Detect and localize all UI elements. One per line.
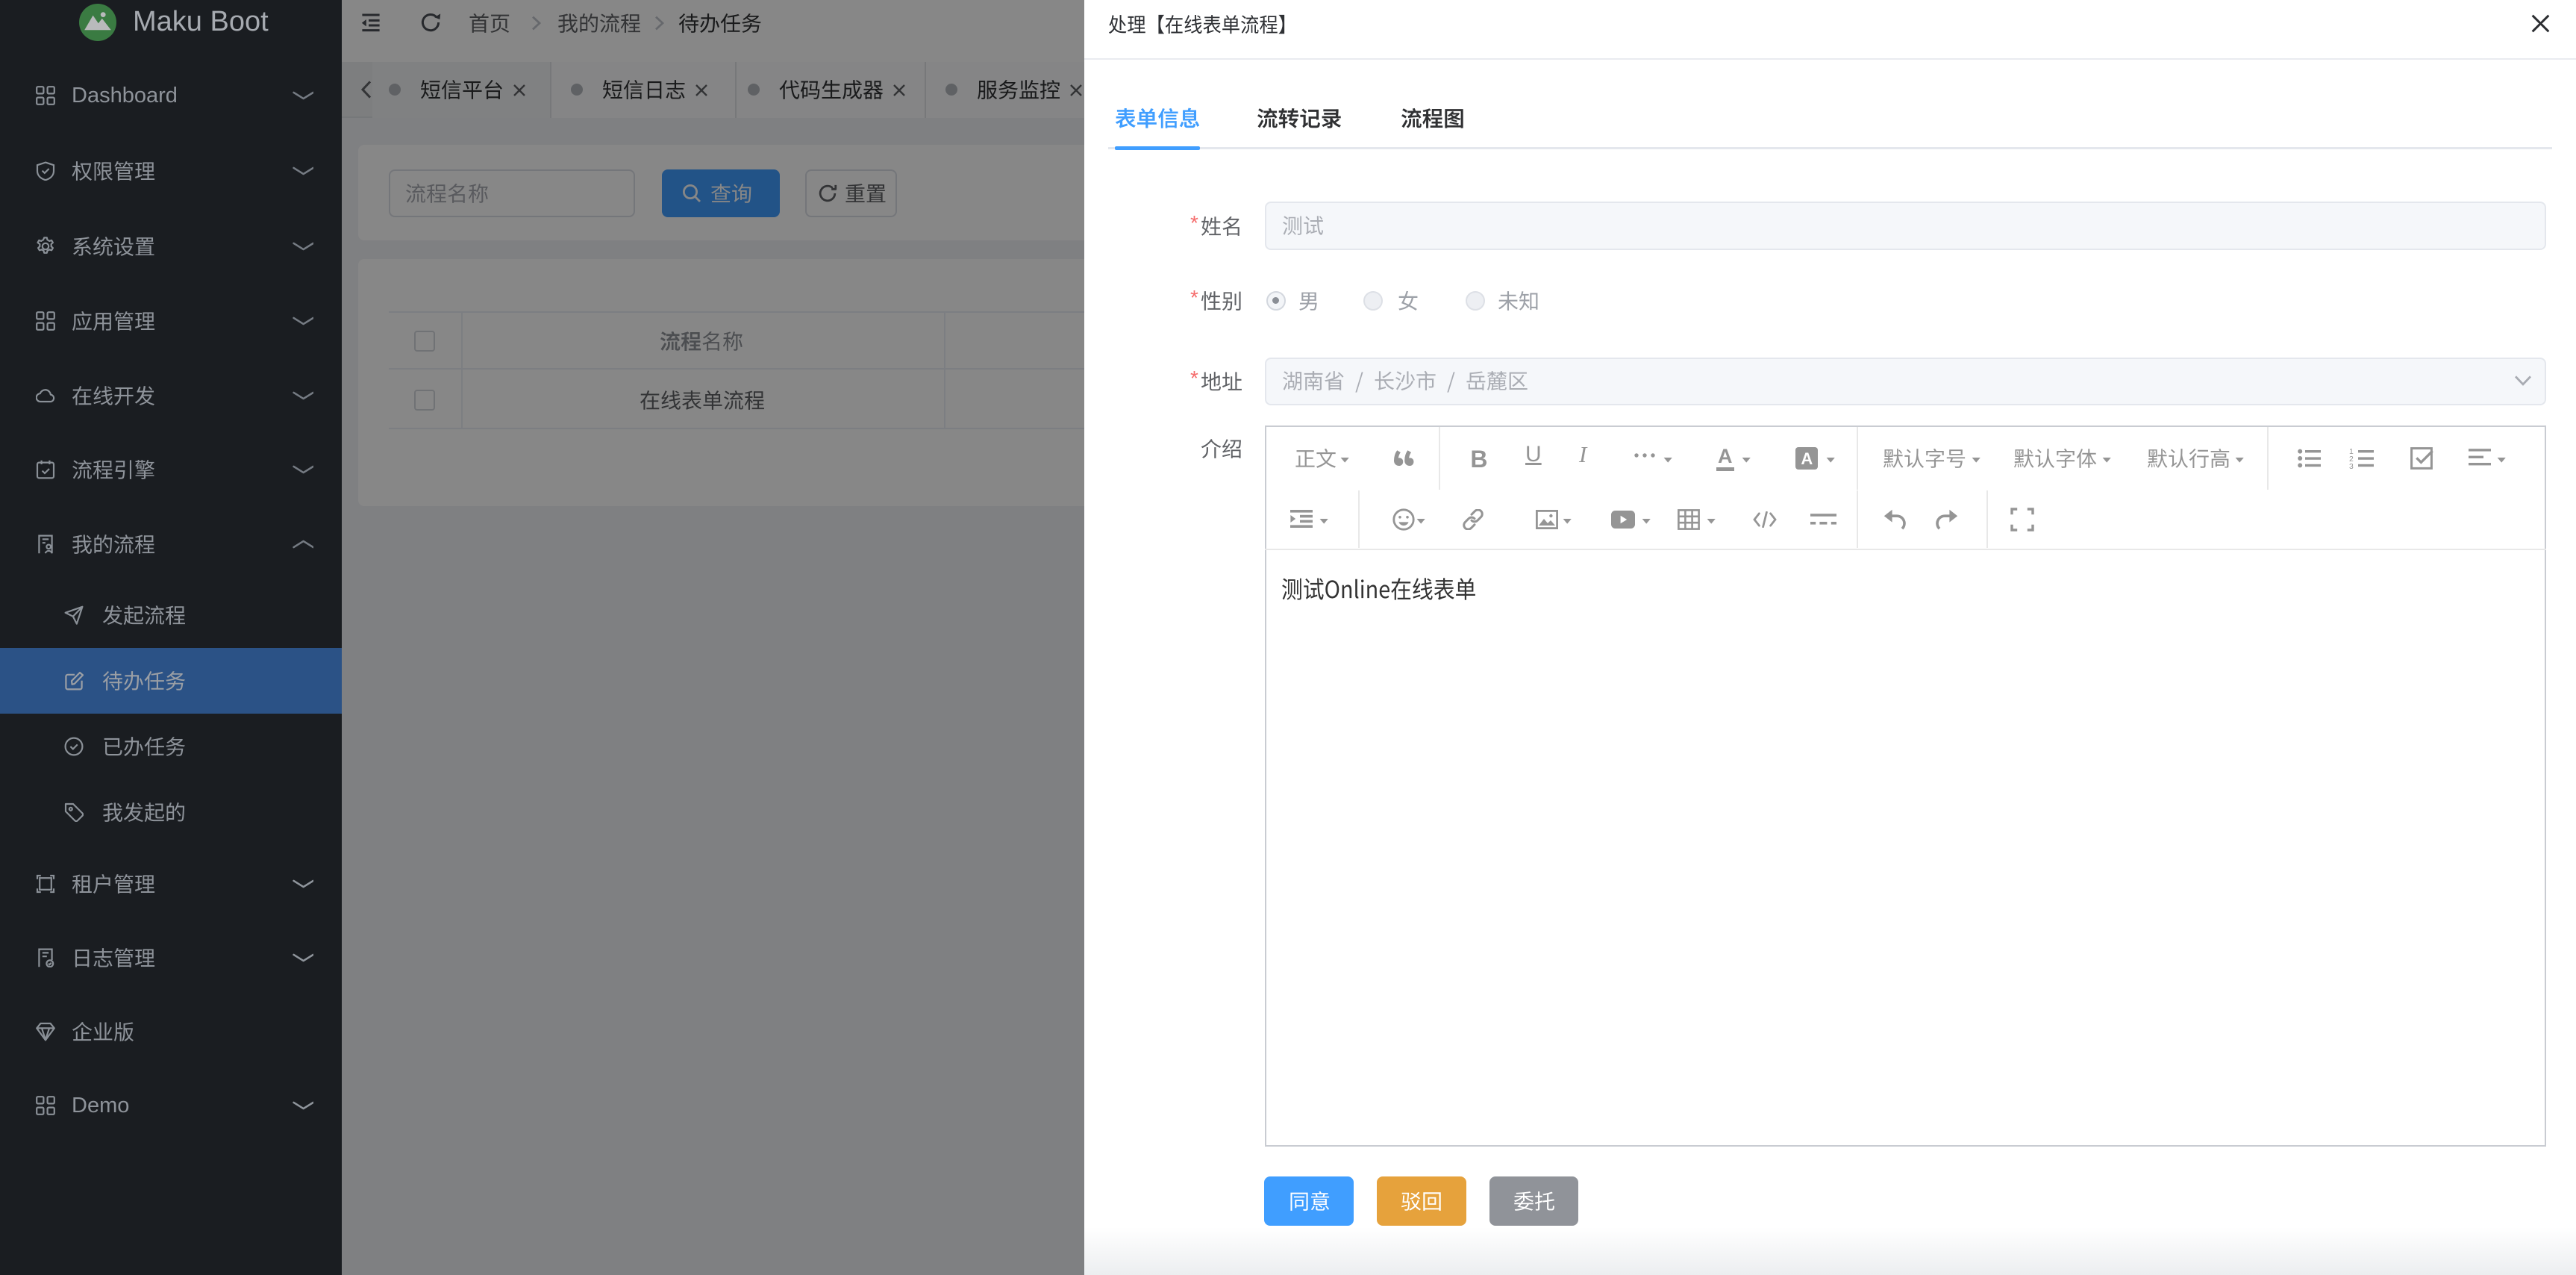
svg-text:3: 3: [2349, 463, 2354, 469]
